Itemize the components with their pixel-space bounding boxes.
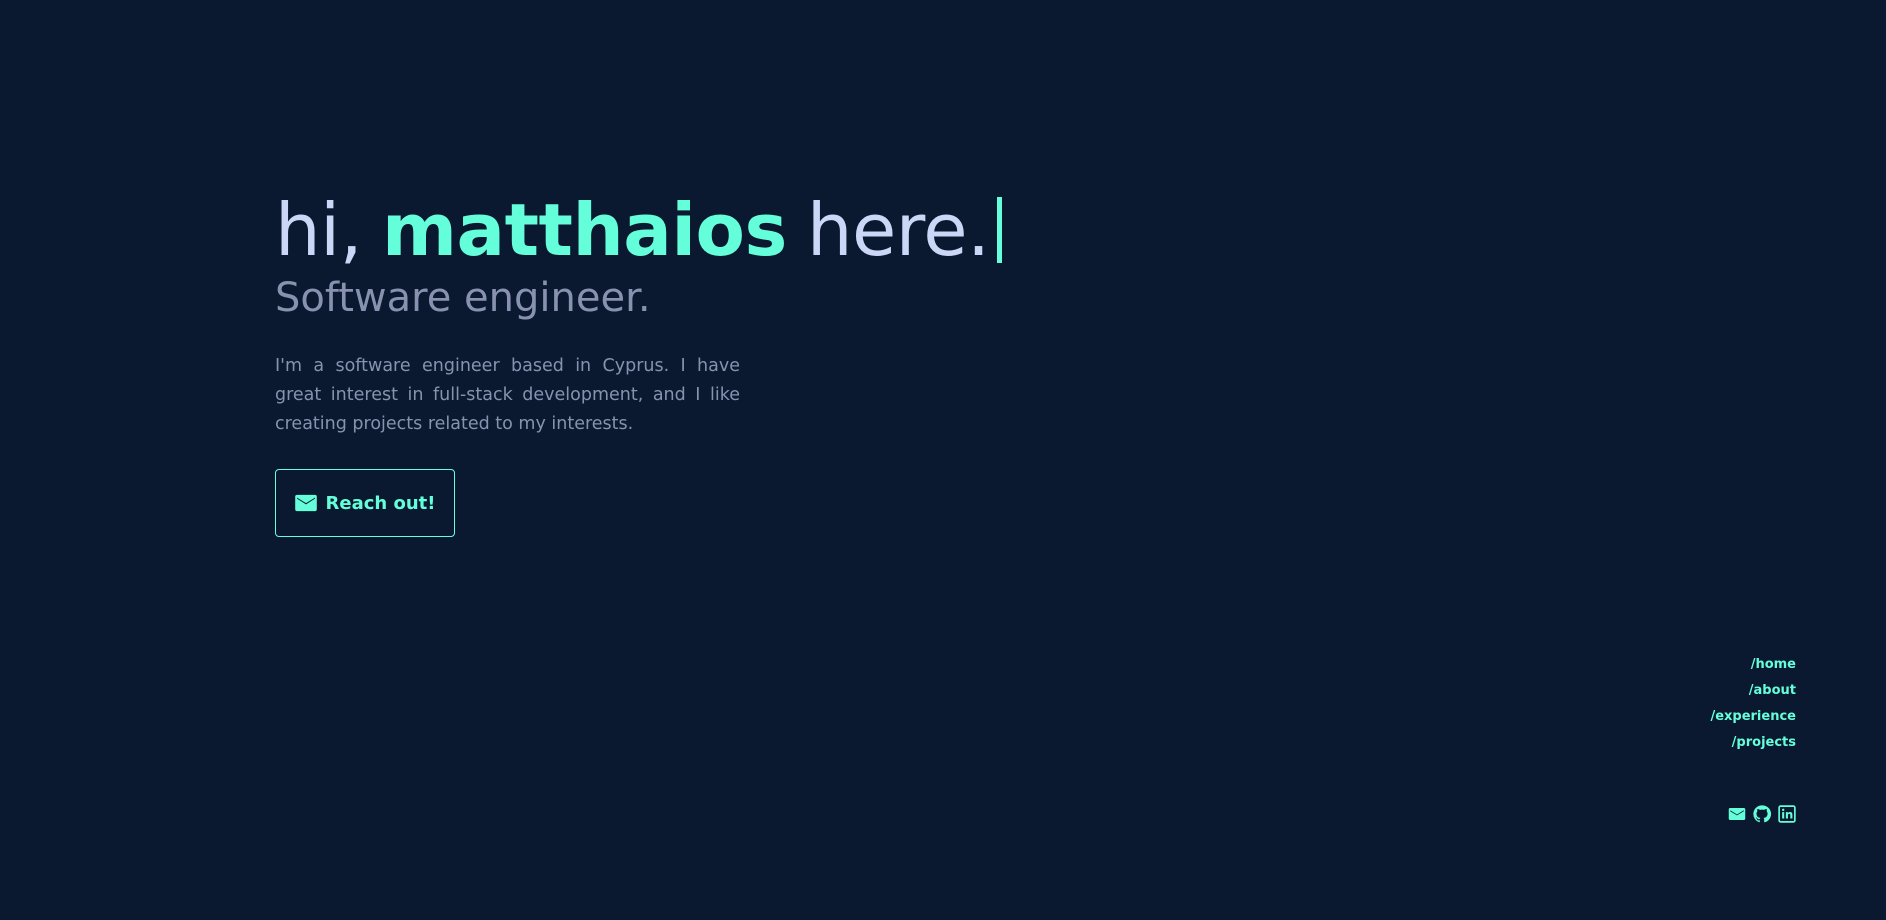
greeting-suffix: here.: [806, 188, 990, 272]
typing-cursor: [997, 197, 1003, 263]
nav-link-projects[interactable]: /projects: [1710, 730, 1796, 756]
linkedin-icon[interactable]: [1778, 805, 1796, 823]
nav-link-experience[interactable]: /experience: [1710, 704, 1796, 730]
hero-name: matthaios: [382, 188, 787, 272]
reach-out-button[interactable]: Reach out!: [275, 469, 455, 537]
side-nav: /home /about /experience /projects: [1710, 652, 1796, 756]
github-icon[interactable]: [1753, 805, 1771, 823]
hero-bio: I'm a software engineer based in Cyprus.…: [275, 356, 740, 434]
mail-icon[interactable]: [1728, 805, 1746, 823]
mail-icon: [294, 494, 317, 512]
reach-out-label: Reach out!: [325, 492, 436, 514]
social-links: [1728, 805, 1796, 823]
nav-link-about[interactable]: /about: [1710, 678, 1796, 704]
greeting-prefix: hi,: [275, 188, 363, 272]
nav-link-home[interactable]: /home: [1710, 652, 1796, 678]
hero-headline: hi, matthaios here.: [275, 188, 1075, 272]
hero-subtitle: Software engineer.: [275, 275, 651, 321]
hero-section: hi, matthaios here. Software engineer. I…: [275, 188, 1075, 439]
